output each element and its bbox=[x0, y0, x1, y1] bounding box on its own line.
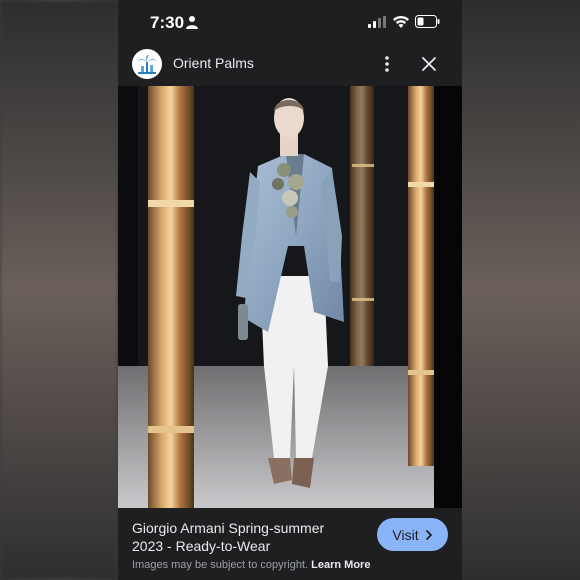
image-title-line-1: Giorgio Armani Spring-summer bbox=[132, 520, 325, 536]
background-blur-left bbox=[0, 0, 118, 580]
battery-icon bbox=[415, 15, 440, 28]
runway-model-image bbox=[118, 86, 462, 508]
wifi-icon bbox=[393, 15, 409, 28]
signal-icon bbox=[368, 16, 386, 28]
image-title-line-2: 2023 - Ready-to-Wear bbox=[132, 538, 271, 554]
image-title[interactable]: Giorgio Armani Spring-summer 2023 - Read… bbox=[132, 519, 362, 555]
status-bar: 7:30 bbox=[118, 0, 462, 44]
copyright-notice: Images may be subject to copyright. Lear… bbox=[132, 559, 370, 571]
background-blur-right bbox=[462, 0, 580, 580]
runway-photo[interactable] bbox=[118, 86, 462, 508]
person-icon bbox=[186, 16, 198, 29]
phone-screen: 7:30 Orient Palms Giorgio Armani Spring-… bbox=[118, 0, 462, 580]
site-logo[interactable] bbox=[132, 49, 162, 79]
chevron-right-icon bbox=[425, 529, 432, 540]
close-icon[interactable] bbox=[421, 56, 437, 72]
site-name[interactable]: Orient Palms bbox=[173, 55, 254, 71]
visit-button-label: Visit bbox=[392, 526, 419, 543]
viewer-header: Orient Palms bbox=[118, 44, 462, 86]
status-time: 7:30 bbox=[150, 13, 185, 32]
copyright-text: Images may be subject to copyright. bbox=[132, 559, 309, 571]
visit-button[interactable]: Visit bbox=[377, 518, 448, 551]
more-vertical-icon[interactable] bbox=[380, 54, 394, 74]
palm-tree-logo-icon bbox=[138, 55, 156, 74]
learn-more-link[interactable]: Learn More bbox=[311, 559, 370, 571]
caption-area: Giorgio Armani Spring-summer 2023 - Read… bbox=[118, 508, 462, 580]
